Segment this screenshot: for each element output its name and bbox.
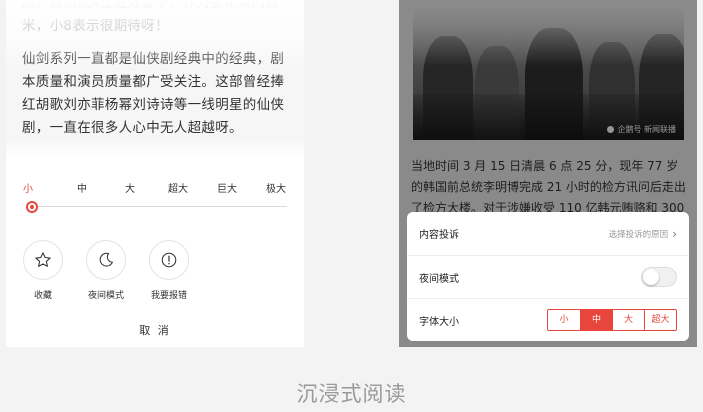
night-mode-label: 夜间模式 (87, 291, 124, 301)
article-paragraph: 应，称仙剑4正在筹备中。作为多年来的粉米，小8表示很期待呀！ (22, 0, 280, 34)
font-size-slider-handle[interactable] (26, 201, 38, 213)
font-size-segmented-control: 小 中 大 超大 (547, 309, 677, 331)
news-photo: 企鹅号 新闻联播 (413, 6, 684, 140)
report-error-button[interactable]: 我要报错 (149, 240, 189, 301)
penguin-logo-icon (607, 126, 615, 133)
moon-icon (99, 252, 113, 267)
favorite-label: 收藏 (33, 291, 52, 301)
reading-settings-sheet: 小 中 大 超大 巨大 极大 收藏 夜间模式 我要报错 取 消 (6, 158, 304, 347)
night-mode-toggle[interactable] (641, 267, 677, 287)
fade-overlay (6, 138, 304, 158)
article-options-menu: 内容投诉 选择投诉的原因 › 夜间模式 字体大小 小 中 大 超大 (407, 212, 689, 341)
page-caption: 沉浸式阅读 (296, 382, 407, 406)
cancel-button[interactable]: 取 消 (6, 322, 304, 338)
photo-watermark: 企鹅号 新闻联播 (607, 124, 676, 135)
font-size-small-option[interactable]: 小 (548, 310, 580, 330)
font-size-option-huge[interactable]: 巨大 (217, 180, 237, 195)
font-size-large-option[interactable]: 大 (612, 310, 644, 330)
font-size-slider-track[interactable] (31, 206, 287, 207)
chevron-right-icon: › (672, 226, 677, 241)
font-size-label: 字体大小 (419, 316, 459, 328)
article-content: 应，称仙剑4正在筹备中。作为多年来的粉米，小8表示很期待呀！ 仙剑系列一直都是仙… (6, 0, 304, 158)
font-size-medium-option[interactable]: 中 (580, 310, 612, 330)
content-complaint-label: 内容投诉 (419, 230, 459, 241)
font-size-row: 字体大小 小 中 大 超大 (407, 298, 689, 341)
font-size-option-max[interactable]: 极大 (266, 180, 286, 195)
font-size-option-xlarge[interactable]: 超大 (168, 180, 188, 195)
complaint-reason-hint: 选择投诉的原因 (608, 229, 669, 240)
content-complaint-row[interactable]: 内容投诉 选择投诉的原因 › (407, 212, 689, 255)
night-mode-row: 夜间模式 (407, 255, 689, 298)
font-size-option-large[interactable]: 大 (125, 180, 135, 195)
report-error-label: 我要报错 (150, 291, 187, 301)
night-mode-button[interactable]: 夜间模式 (86, 240, 126, 301)
article-paragraph: 仙剑系列一直都是仙侠剧经典中的经典，剧本质量和演员质量都广受关注。这部曾经捧红胡… (22, 51, 285, 136)
night-mode-label: 夜间模式 (419, 273, 459, 285)
font-size-option-medium[interactable]: 中 (77, 180, 87, 195)
left-phone-screen: 应，称仙剑4正在筹备中。作为多年来的粉米，小8表示很期待呀！ 仙剑系列一直都是仙… (6, 0, 304, 347)
font-size-labels: 小 中 大 超大 巨大 极大 (6, 180, 304, 195)
font-size-xlarge-option[interactable]: 超大 (644, 310, 676, 330)
right-phone-screen: 企鹅号 新闻联播 当地时间 3 月 15 日清晨 6 点 25 分，现年 77 … (399, 0, 697, 347)
alert-icon (161, 252, 177, 268)
favorite-button[interactable]: 收藏 (23, 240, 63, 301)
article-text: 当地时间 3 月 15 日清晨 6 点 25 分，现年 77 岁的韩国前总统李明… (411, 159, 686, 215)
font-size-option-small[interactable]: 小 (23, 180, 33, 195)
star-icon (35, 252, 51, 267)
